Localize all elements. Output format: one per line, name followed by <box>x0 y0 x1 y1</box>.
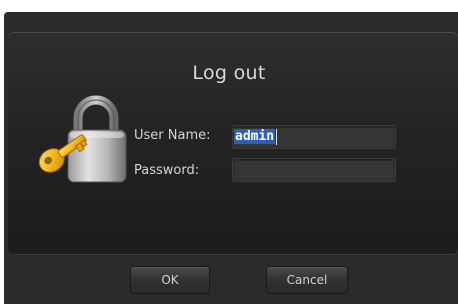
screen-frame: Log out User Name: admin Password: OK Ca… <box>0 0 458 304</box>
user-name-field[interactable]: admin <box>232 125 396 149</box>
user-name-value: admin <box>234 129 276 144</box>
cancel-button[interactable]: Cancel <box>266 266 348 294</box>
password-label: Password: <box>134 163 200 178</box>
ok-button[interactable]: OK <box>130 266 210 294</box>
password-field[interactable] <box>232 158 396 182</box>
padlock-key-icon <box>38 95 127 183</box>
dialog-title: Log out <box>192 62 266 84</box>
text-caret <box>276 128 278 145</box>
user-name-label: User Name: <box>134 128 211 143</box>
